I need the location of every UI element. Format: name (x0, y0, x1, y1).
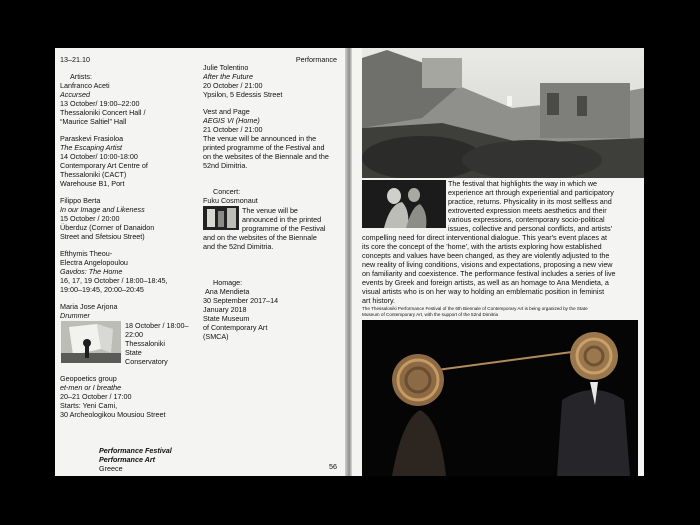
body-text-line: extroverted expression meets aesthetics … (448, 206, 607, 215)
event-time: 21 October / 21:00 (203, 125, 263, 134)
venue-text: The venue will be announced in the (203, 134, 317, 143)
work-title: After the Future (203, 72, 253, 81)
artists-label: Artists: (70, 72, 92, 81)
venue-text: and on the websites of the Biennale (203, 233, 317, 242)
event-time: 14 October/ 10:00-18:00 (60, 152, 138, 161)
work-title: In our Image and Likeness (60, 205, 145, 214)
venue-text: Überduz (Corner of Danaidon (60, 223, 155, 232)
artist-name: Ana Mendieta (205, 287, 250, 296)
body-text-line: various expressions, contemporary socio-… (448, 215, 605, 224)
venue-text: The venue will be (242, 206, 298, 215)
body-text-line: its core the concept of the 'home', with… (362, 242, 602, 251)
work-title: et-men or I breathe (60, 383, 122, 392)
body-text-line: compelling need for direct interventiona… (362, 233, 607, 242)
event-time: 19:00–19:45, 20:00–20:45 (60, 285, 144, 294)
body-text-line: experience art through experiential and … (448, 188, 614, 197)
venue-text: Starts: Yeni Cami, (60, 401, 118, 410)
venue-text: Thessaloniki (CACT) (60, 170, 127, 179)
artist-name: Efthymis Theou- (60, 249, 113, 258)
artist-name: Fuku Cosmonaut (203, 196, 258, 205)
event-time: 22:00 (125, 330, 143, 339)
venue-text: “Maurice Saltiel” Hall (60, 117, 127, 126)
footer-title: Performance Festival (99, 446, 172, 455)
book-gutter (345, 48, 352, 476)
venue-text: on the websites of the Biennale and the (203, 152, 329, 161)
venue-text: and the 52nd Dimitria. (203, 242, 274, 251)
venue-text: Ypsilon, 5 Edessis Street (203, 90, 283, 99)
right-page: The festival that highlights the way in … (352, 48, 644, 476)
footer-place: Greece (99, 464, 123, 473)
artist-name: Electra Angelopoulou (60, 258, 128, 267)
event-time: 15 October / 20:00 (60, 214, 120, 223)
work-title: The Escaping Artist (60, 143, 123, 152)
artist-name: Lanfranco Aceti (60, 81, 110, 90)
work-title: Drummer (60, 311, 90, 320)
artist-name: Paraskevi Frasioloa (60, 134, 124, 143)
work-title: Gavdos: The Home (60, 267, 123, 276)
body-text-line: new reality of living conditions, vision… (362, 260, 613, 269)
work-title: AEGIS VI (Home) (203, 116, 260, 125)
artist-name: Vest and Page (203, 107, 250, 116)
performers-photo (362, 180, 446, 228)
event-time: January 2018 (203, 305, 247, 314)
left-page: 13–21.10 Performance Artists: Lanfranco … (55, 48, 345, 476)
caption-line: Museum of Contemporary Art, with the sup… (362, 312, 499, 317)
body-text-line: The festival that highlights the way in … (448, 179, 598, 188)
body-text-line: practice, returns. Physicality in its mo… (448, 197, 612, 206)
body-text-line: concepts and values have been changed, a… (362, 251, 610, 260)
venue-text: Warehouse B1, Port (60, 179, 125, 188)
concert-photo (203, 206, 239, 230)
work-title: Accursed (60, 90, 90, 99)
venue-text: of Contemporary Art (203, 323, 268, 332)
venue-text: State (125, 348, 142, 357)
venue-text: announced in the printed (242, 215, 322, 224)
venue-text: State Museum (203, 314, 250, 323)
event-time: 20–21 October / 17:00 (60, 392, 132, 401)
artist-name: Geopoetics group (60, 374, 117, 383)
drummer-photo (61, 321, 121, 363)
concert-label: Concert: (213, 187, 241, 196)
venue-text: Conservatory (125, 357, 168, 366)
body-text-line: on familiarity and coexistence. The perf… (362, 269, 616, 278)
footer-subtitle: Performance Art (99, 455, 156, 464)
venue-text: programme of the Festival (242, 224, 326, 233)
body-text-line: art history. (362, 296, 396, 305)
event-time: 18 October / 18:00– (125, 321, 189, 330)
homage-label: Homage: (213, 278, 243, 287)
venue-text: Street and Sfetsiou Street) (60, 232, 145, 241)
venue-text: Contemporary Art Centre of (60, 161, 148, 170)
venue-text: 30 Archeologikou Mousiou Street (60, 410, 166, 419)
artist-name: Julie Tolentino (203, 63, 249, 72)
body-text-line: visual artists who is on her way to hold… (362, 287, 605, 296)
event-time: 20 October / 21:00 (203, 81, 263, 90)
venue-text: 52nd Dimitria. (203, 161, 248, 170)
event-time: 30 September 2017–14 (203, 296, 279, 305)
header-section: Performance (295, 55, 337, 64)
venue-text: (SMCA) (203, 332, 229, 341)
body-text-line: issues, collective and personal conflict… (448, 224, 612, 233)
venue-text: Thessaloniki (125, 339, 165, 348)
event-time: 13 October/ 19:00–22:00 (60, 99, 140, 108)
page-number: 56 (329, 462, 337, 471)
header-dates: 13–21.10 (60, 55, 90, 64)
event-time: 16, 17, 19 October / 18:00–18:45, (60, 276, 168, 285)
body-text-line: events by Greek and foreign artists, as … (362, 278, 609, 287)
caption-line: The Thessaloniki Performance Festival of… (362, 306, 588, 311)
yarn-heads-photo (362, 320, 638, 476)
artist-name: Maria Jose Arjona (60, 302, 118, 311)
venue-text: printed programme of the Festival and (203, 143, 325, 152)
venue-text: Thessaloniki Concert Hall / (60, 108, 146, 117)
ruins-photo (362, 48, 644, 178)
artist-name: Filippo Berta (60, 196, 101, 205)
